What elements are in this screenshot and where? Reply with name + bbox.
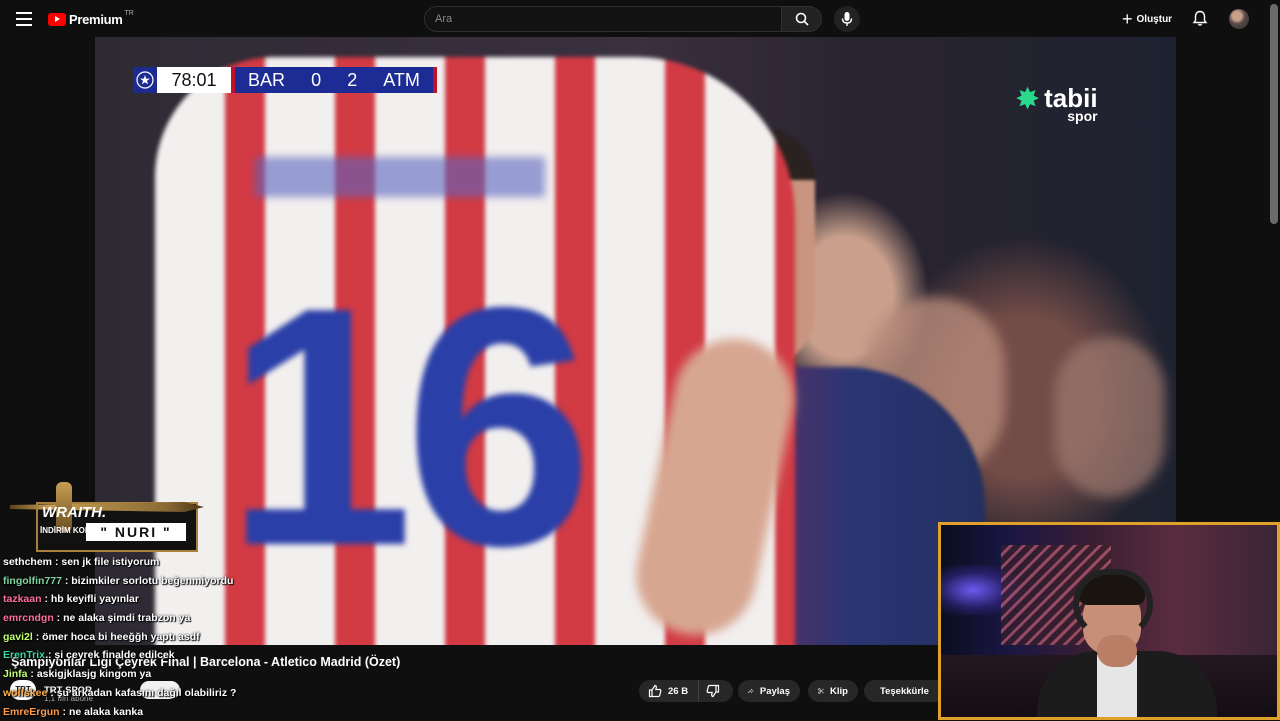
sponsor-title: WRAITH. [42, 504, 106, 521]
broadcaster-logo: ✸ tabii spor [1015, 85, 1098, 123]
thanks-button[interactable]: $ Teşekkürle [864, 680, 938, 702]
chat-text: : sen jk file istiyorum [52, 556, 159, 568]
share-icon [748, 684, 754, 698]
chat-message: ErenTrix : şi çeyrek finalde edilcek [3, 646, 253, 665]
scissors-icon [818, 684, 824, 698]
chat-message: wolfskee : şu arkadan kafasını dağıl ola… [3, 684, 253, 703]
chat-username: Jinfa [3, 668, 28, 680]
home-team: BAR [248, 67, 285, 93]
sponsor-overlay: WRAITH. İNDİRİM KODU: " NURI " [10, 482, 204, 558]
voice-search-button[interactable] [834, 6, 860, 32]
scoreboard: 78:01 BAR 0 2 ATM [133, 67, 437, 93]
chat-text: : ömer hoca bi heeğğh yaptı asdf [33, 631, 200, 643]
chat-username: emrcndgn [3, 612, 54, 624]
chat-message: EmreErgun : ne alaka kanka [3, 703, 253, 721]
chat-text: : bizimkiler sorlotu beğenmiyordu [62, 575, 234, 587]
clip-button[interactable]: Klip [808, 680, 858, 702]
chat-username: wolfskee [3, 687, 47, 699]
chat-text: : ne alaka şimdi trabzon ya [54, 612, 191, 624]
clip-label: Klip [830, 686, 848, 697]
create-button[interactable]: + Oluştur [1116, 8, 1178, 30]
like-icon [648, 684, 662, 698]
crowd-figure [1055, 337, 1165, 497]
thanks-label: Teşekkürle [880, 686, 929, 697]
chat-message: fingolfin777 : bizimkiler sorlotu beğenm… [3, 572, 253, 591]
youtube-logo[interactable]: Premium TR [48, 10, 134, 28]
chat-text: : hb keyifli yayınlar [42, 593, 139, 605]
champions-league-icon [133, 67, 157, 93]
account-avatar[interactable] [1229, 9, 1249, 29]
logo-region: TR [125, 10, 134, 17]
dislike-icon [706, 684, 720, 698]
page-scrollbar[interactable] [1270, 4, 1278, 224]
logo-text: Premium [69, 12, 123, 27]
notifications-button[interactable] [1192, 10, 1208, 32]
sponsor-code: " NURI " [86, 523, 186, 541]
chat-username: EmreErgun [3, 706, 60, 718]
away-team: ATM [383, 67, 420, 93]
dislike-button[interactable] [699, 680, 733, 702]
chat-message: emrcndgn : ne alaka şimdi trabzon ya [3, 609, 253, 628]
chat-message: tazkaan : hb keyifli yayınlar [3, 590, 253, 609]
chat-username: ErenTrix [3, 649, 45, 661]
like-dislike-group: 26 B [639, 680, 733, 702]
chat-username: fingolfin777 [3, 575, 62, 587]
plus-icon: + [1122, 10, 1133, 28]
tabii-star-icon: ✸ [1015, 85, 1040, 115]
chat-text: : askigjklasjg kingom ya [28, 668, 152, 680]
youtube-logo-icon [48, 13, 66, 26]
search-icon [795, 12, 809, 26]
streamer-hand [1097, 635, 1137, 667]
chat-message: sethchem : sen jk file istiyorum [3, 553, 253, 572]
share-label: Paylaş [760, 686, 790, 697]
chat-message: Jinfa : askigjklasjg kingom ya [3, 665, 253, 684]
headphones-icon [1073, 569, 1153, 639]
chat-text: : şi çeyrek finalde edilcek [45, 649, 175, 661]
jersey-sponsor-band [255, 157, 545, 197]
away-score: 2 [347, 67, 357, 93]
streamer-webcam [938, 522, 1280, 720]
create-label: Oluştur [1137, 14, 1173, 25]
chat-text: : ne alaka kanka [60, 706, 143, 718]
search-button[interactable] [782, 6, 822, 32]
home-score: 0 [311, 67, 321, 93]
chat-overlay: sethchem : sen jk file istiyorumfingolfi… [3, 553, 253, 721]
search-input[interactable] [425, 7, 781, 31]
streamer [1037, 565, 1217, 720]
chat-username: tazkaan [3, 593, 42, 605]
match-score: BAR 0 2 ATM [231, 67, 437, 93]
chat-message: gavi2l : ömer hoca bi heeğğh yaptı asdf [3, 628, 253, 647]
like-count: 26 B [668, 686, 688, 697]
mic-icon [841, 11, 853, 27]
chat-username: gavi2l [3, 631, 33, 643]
share-button[interactable]: Paylaş [738, 680, 800, 702]
top-bar: Premium TR + Oluştur [0, 0, 1280, 37]
jersey-number: 16 [225, 257, 583, 597]
chat-username: sethchem [3, 556, 52, 568]
menu-icon[interactable] [16, 12, 32, 26]
like-button[interactable]: 26 B [639, 680, 699, 702]
match-clock: 78:01 [157, 67, 231, 93]
search-box [424, 6, 782, 32]
chat-text: : şu arkadan kafasını dağıl olabiliriz ? [47, 687, 236, 699]
bell-icon [1192, 10, 1208, 27]
